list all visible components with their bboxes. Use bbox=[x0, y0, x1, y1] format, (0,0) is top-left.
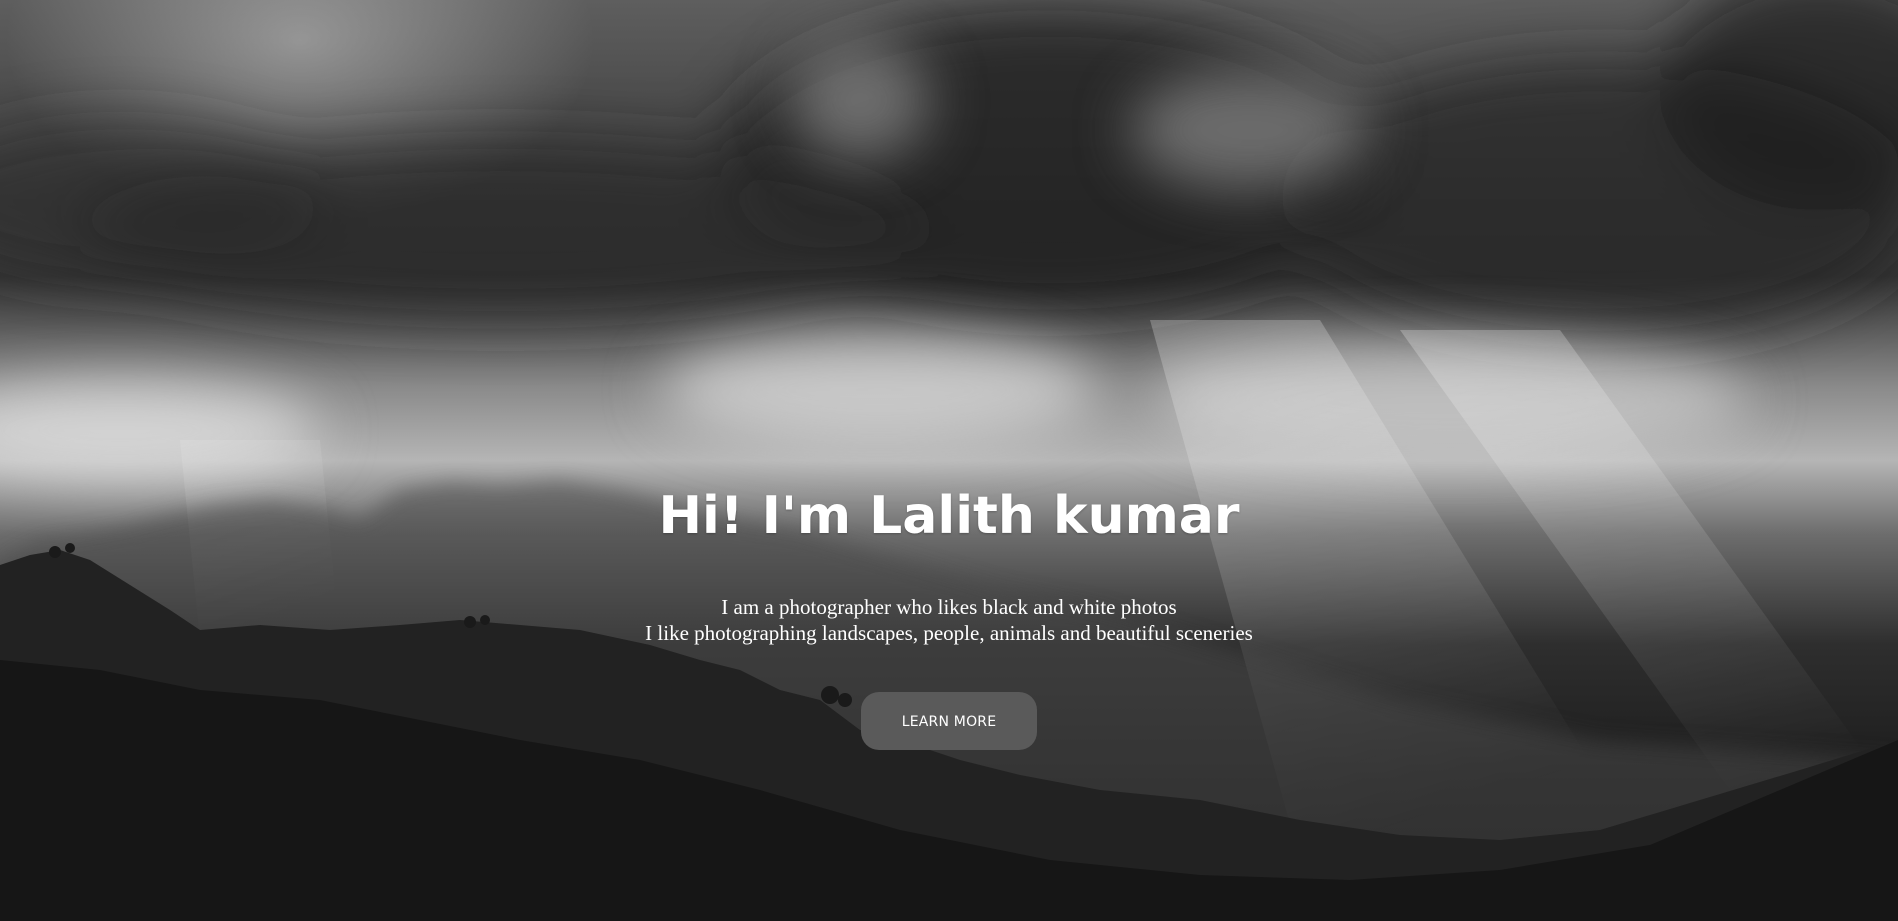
hero-subtitle-line-2: I like photographing landscapes, people,… bbox=[645, 621, 1253, 645]
hero-subtitle: I am a photographer who likes black and … bbox=[0, 594, 1898, 646]
hero-content: Hi! I'm Lalith kumar I am a photographer… bbox=[0, 480, 1898, 750]
hero-section: Hi! I'm Lalith kumar I am a photographer… bbox=[0, 0, 1898, 921]
learn-more-button[interactable]: LEARN MORE bbox=[861, 692, 1037, 750]
hero-subtitle-line-1: I am a photographer who likes black and … bbox=[721, 595, 1177, 619]
hero-background-image bbox=[0, 0, 1898, 921]
hero-title: Hi! I'm Lalith kumar bbox=[658, 486, 1240, 546]
